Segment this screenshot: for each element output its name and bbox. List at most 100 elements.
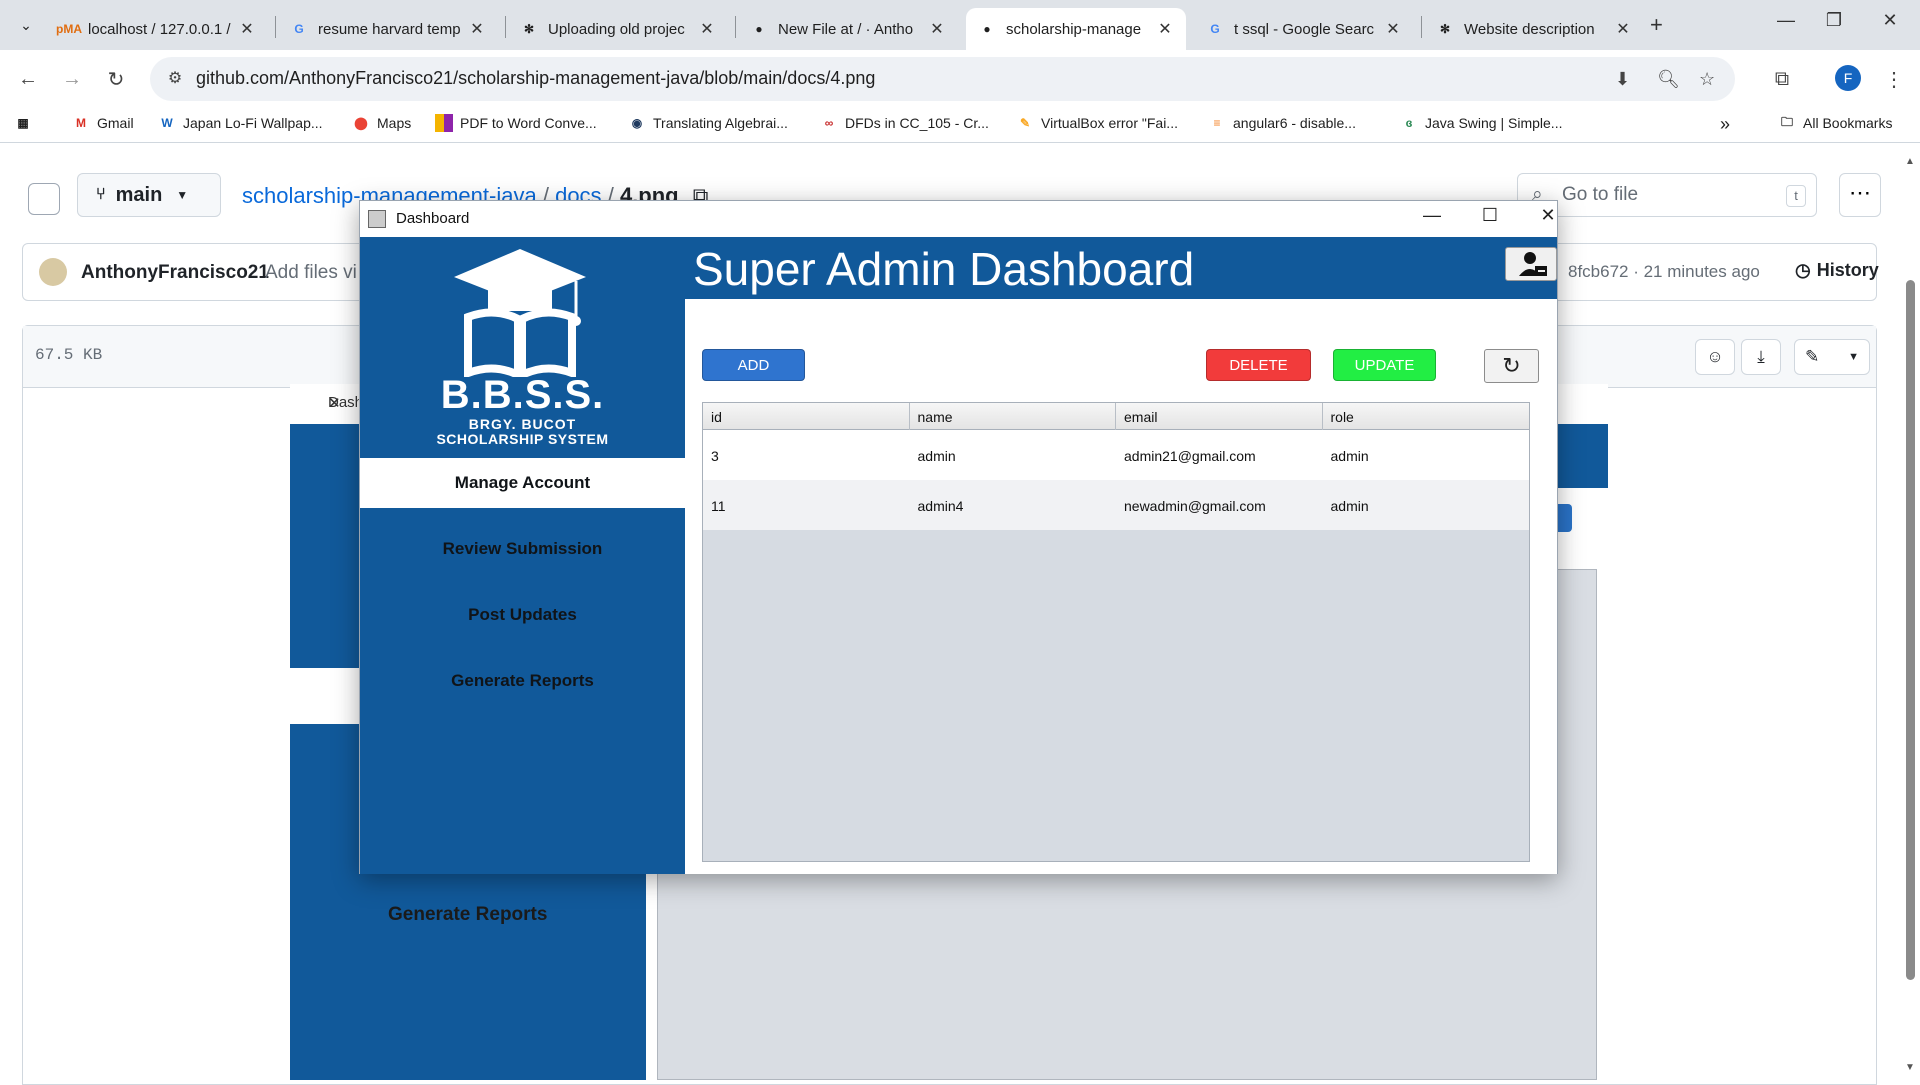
apps-grid-icon[interactable]: ▦ [14, 114, 39, 132]
close-tab-icon[interactable]: ✕ [1156, 19, 1174, 39]
close-icon[interactable]: ✕ [1526, 205, 1570, 226]
scroll-down-icon[interactable]: ▼ [1905, 1062, 1915, 1073]
cell-name: admin [917, 448, 956, 464]
tab-title: Uploading old projec [548, 20, 685, 38]
google-icon: G [1210, 22, 1220, 36]
table-row[interactable]: 11 admin4 newadmin@gmail.com admin [703, 480, 1529, 530]
tab-title: localhost / 127.0.0.1 / [88, 20, 231, 38]
tab-github-scholarship[interactable]: ● scholarship-manage ✕ [966, 8, 1186, 50]
menu-review-submission[interactable]: Review Submission [360, 524, 685, 574]
bookmark-angular6[interactable]: ≡ angular6 - disable... [1208, 114, 1355, 132]
window-titlebar[interactable]: Dashboard — ☐ ✕ [360, 201, 1557, 237]
bookmarks-overflow-icon[interactable]: » [1720, 114, 1730, 135]
bookmark-translating-algebra[interactable]: ◉ Translating Algebrai... [628, 114, 788, 132]
branch-name: main [115, 183, 163, 206]
tab-github-new-file[interactable]: ● New File at / · Antho ✕ [738, 8, 958, 50]
close-window-icon[interactable]: ✕ [1870, 10, 1910, 31]
maps-pin-icon: ⬤ [354, 116, 368, 130]
close-tab-icon[interactable]: ✕ [468, 19, 486, 39]
column-header-id[interactable]: id [703, 403, 910, 430]
edit-file-button[interactable]: ✎ ▼ [1794, 339, 1870, 375]
reload-icon[interactable]: ↻ [100, 63, 132, 95]
close-tab-icon[interactable]: ✕ [1614, 19, 1632, 39]
bookmark-japan-lofi[interactable]: W Japan Lo-Fi Wallpap... [158, 114, 322, 132]
address-bar[interactable]: ⚙ github.com/AnthonyFrancisco21/scholars… [150, 57, 1735, 101]
cell-id: 3 [711, 448, 719, 464]
extensions-puzzle-icon[interactable]: ⧉ [1766, 63, 1798, 95]
commit-message[interactable]: Add files vi [265, 262, 357, 284]
tab-resume-search[interactable]: G resume harvard temp ✕ [278, 8, 498, 50]
more-options-icon[interactable]: ⋯ [1839, 173, 1881, 217]
column-header-email[interactable]: email [1116, 403, 1323, 430]
tab-search-chevron-icon[interactable]: ⌄ [12, 11, 40, 39]
site-settings-icon[interactable]: ⚙ [164, 68, 186, 90]
tab-phpmyadmin[interactable]: pMA localhost / 127.0.0.1 / ✕ [48, 8, 268, 50]
tab-divider [735, 16, 736, 38]
update-button[interactable]: UPDATE [1333, 349, 1436, 381]
bookmark-gmail[interactable]: M Gmail [72, 114, 134, 132]
forward-arrow-icon[interactable]: → [56, 63, 88, 95]
tab-google-tssql[interactable]: G t ssql - Google Searc ✕ [1194, 8, 1414, 50]
menu-post-updates[interactable]: Post Updates [360, 590, 685, 640]
tab-title: New File at / · Antho [778, 20, 914, 38]
sidebar-toggle-icon[interactable] [28, 183, 60, 215]
bookmark-star-icon[interactable]: ☆ [1699, 69, 1715, 90]
bookmark-dfds[interactable]: ∞ DFDs in CC_105 - Cr... [820, 114, 989, 132]
close-tab-icon[interactable]: ✕ [1384, 19, 1402, 39]
restore-window-icon[interactable]: ❐ [1814, 10, 1854, 31]
accounts-table[interactable]: id name email role 3 admin admin21@gmail… [702, 402, 1530, 862]
copilot-icon[interactable]: ☺ [1695, 339, 1735, 375]
column-header-name[interactable]: name [910, 403, 1116, 430]
tab-chatgpt-upload[interactable]: ✻ Uploading old projec ✕ [508, 8, 728, 50]
table-row[interactable]: 3 admin admin21@gmail.com admin [703, 430, 1529, 480]
menu-manage-account[interactable]: Manage Account [360, 458, 685, 508]
dashboard-window: Dashboard — ☐ ✕ B.B.S.S. BRGY. BUCOT SCH… [359, 200, 1558, 874]
close-tab-icon[interactable]: ✕ [928, 19, 946, 39]
github-icon: ● [755, 22, 763, 36]
zoom-icon[interactable]: 🔍︎ [1657, 69, 1680, 90]
close-tab-icon[interactable]: ✕ [698, 19, 716, 39]
back-arrow-icon[interactable]: ← [12, 63, 44, 95]
browser-toolbar: ← → ↻ ⚙ github.com/AnthonyFrancisco21/sc… [0, 50, 1920, 108]
add-button[interactable]: ADD [702, 349, 805, 381]
url-text[interactable]: github.com/AnthonyFrancisco21/scholarshi… [196, 68, 875, 89]
menu-generate-reports[interactable]: Generate Reports [360, 656, 685, 706]
scroll-up-icon[interactable]: ▲ [1905, 156, 1915, 167]
browser-tab-strip: ⌄ pMA localhost / 127.0.0.1 / ✕ G resume… [0, 0, 1920, 50]
gfg-icon: ɞ [1405, 116, 1413, 130]
download-icon[interactable]: ⤓ [1741, 339, 1781, 375]
preview-generate-reports: Generate Reports [388, 904, 548, 925]
pencil-icon: ✎ [1805, 347, 1820, 366]
github-icon: ● [983, 22, 991, 36]
delete-button[interactable]: DELETE [1206, 349, 1311, 381]
app-header: Super Admin Dashboard [685, 237, 1557, 299]
folder-icon: 🗀 [1780, 114, 1793, 129]
all-bookmarks[interactable]: 🗀 All Bookmarks [1778, 114, 1892, 132]
history-clock-icon: ◷ [1795, 260, 1811, 280]
close-tab-icon[interactable]: ✕ [238, 19, 256, 39]
install-app-icon[interactable]: ⬇ [1615, 69, 1630, 90]
scrollbar-thumb[interactable] [1906, 280, 1915, 980]
logout-button[interactable] [1505, 247, 1557, 281]
bookmark-pdf-to-word[interactable]: PDF to Word Conve... [435, 114, 597, 132]
minimize-window-icon[interactable]: — [1766, 10, 1806, 31]
chrome-menu-icon[interactable]: ⋮ [1878, 63, 1910, 95]
column-header-role[interactable]: role [1323, 403, 1530, 430]
bookmark-java-swing[interactable]: ɞ Java Swing | Simple... [1400, 114, 1563, 132]
refresh-button[interactable]: ↻ [1484, 349, 1539, 383]
maximize-icon[interactable]: ☐ [1468, 205, 1512, 226]
bookmark-maps[interactable]: ⬤ Maps [352, 114, 411, 132]
stackoverflow-icon: ≡ [1213, 116, 1221, 130]
branch-icon: ⑂ [96, 186, 106, 203]
branch-selector[interactable]: ⑂ main ▼ [77, 173, 221, 217]
commit-author-link[interactable]: AnthonyFrancisco21 [81, 262, 269, 284]
profile-avatar[interactable]: F [1835, 65, 1861, 91]
commit-hash-time[interactable]: 8fcb672 · 21 minutes ago [1568, 262, 1760, 282]
avatar[interactable] [39, 258, 67, 286]
history-button[interactable]: ◷ History [1795, 260, 1879, 281]
tab-website-description[interactable]: ✻ Website description ✕ [1424, 8, 1644, 50]
bookmark-virtualbox[interactable]: ✎ VirtualBox error "Fai... [1016, 114, 1178, 132]
page-scrollbar[interactable]: ▲ ▼ [1902, 152, 1920, 1080]
new-tab-plus-icon[interactable]: + [1650, 12, 1663, 38]
minimize-icon[interactable]: — [1410, 205, 1454, 226]
